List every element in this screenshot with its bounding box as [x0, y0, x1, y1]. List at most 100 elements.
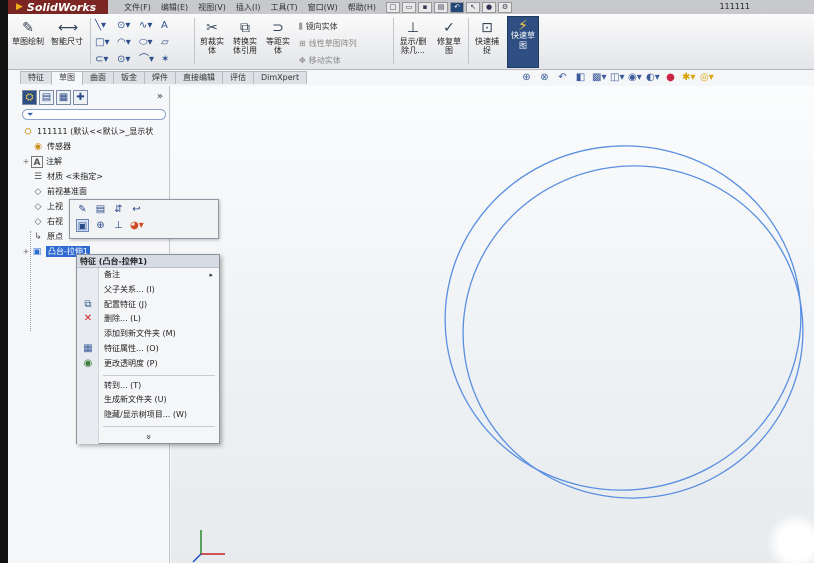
edit-sketch-icon[interactable]: ▤	[94, 203, 107, 216]
display-pane-icon[interactable]: ◎▾	[700, 72, 714, 83]
configuration-manager-tab-icon[interactable]: ▦	[56, 90, 71, 105]
show-relations-button[interactable]: ⊥ 显示/删除几...	[396, 20, 430, 55]
offset-entities-button[interactable]: ⊃ 等距实体	[263, 20, 293, 55]
expand-icon[interactable]: +	[22, 247, 30, 256]
hide-show-icon[interactable]: ◉▾	[628, 72, 642, 83]
rapid-sketch-button[interactable]: ⚡ 快速草图	[507, 16, 539, 68]
view-orientation-icon[interactable]: ▩▾	[592, 72, 606, 83]
menu-item-comment[interactable]: 备注 ▸	[77, 268, 219, 283]
display-style-icon[interactable]: ◫▾	[610, 72, 624, 83]
plane-icon[interactable]: ▱	[161, 36, 183, 50]
tree-item-sensors[interactable]: ◉ 传感器	[22, 139, 168, 154]
menu-edit[interactable]: 编辑(E)	[159, 2, 190, 13]
point-icon[interactable]: ✶	[161, 53, 183, 67]
save-icon[interactable]: ▪	[418, 1, 433, 13]
edit-feature-icon[interactable]: ✎	[76, 203, 89, 216]
view-settings-icon[interactable]: ✱▾	[682, 72, 695, 83]
menu-item-new-folder[interactable]: 生成新文件夹 (U)	[77, 393, 219, 408]
property-manager-tab-icon[interactable]: ▤	[39, 90, 54, 105]
new-document-icon[interactable]: □	[386, 1, 401, 13]
menu-item-feature-properties[interactable]: ▦ 特征属性... (O)	[77, 342, 219, 357]
tree-root-part[interactable]: ⛭ 111111 (默认<<默认>_显示状	[22, 124, 168, 139]
tree-item-annotations[interactable]: + A 注解	[22, 154, 168, 169]
tree-filter-input[interactable]: ⏷	[22, 109, 166, 120]
menu-item-parent-child[interactable]: 父子关系... (I)	[77, 283, 219, 298]
collapse-panel-icon[interactable]: »	[157, 91, 163, 102]
tab-evaluate[interactable]: 评估	[222, 71, 254, 84]
color-wheel-icon[interactable]: ◕▾	[130, 219, 144, 232]
arc-icon[interactable]: ◠▾	[117, 36, 139, 50]
zoom-area-icon[interactable]: ⊗	[538, 72, 551, 83]
tab-surfaces[interactable]: 曲面	[82, 71, 114, 84]
tab-sketch[interactable]: 草图	[51, 71, 83, 85]
spline-icon[interactable]: ∿▾	[139, 19, 161, 33]
menu-item-add-to-folder[interactable]: 添加到新文件夹 (M)	[77, 327, 219, 342]
tree-item-material[interactable]: ☰ 材质 <未指定>	[22, 169, 168, 184]
pattern-group: ⫼ 镜向实体 ⊞ 线性草图阵列 ✥ 移动实体	[299, 20, 357, 67]
repair-sketch-button[interactable]: ✓ 修复草图	[434, 20, 464, 55]
menu-help[interactable]: 帮助(H)	[346, 2, 378, 13]
circle-icon[interactable]: ⊙▾	[117, 19, 139, 33]
mirror-entities-button[interactable]: ⫼ 镜向实体	[299, 20, 357, 33]
menu-view[interactable]: 视图(V)	[196, 2, 228, 13]
undo-icon[interactable]: ↶	[450, 1, 465, 13]
menu-insert[interactable]: 插入(I)	[234, 2, 263, 13]
select-arrow-icon[interactable]: ↖	[466, 1, 481, 13]
tab-features[interactable]: 特征	[20, 71, 52, 84]
menu-item-configure-feature[interactable]: ⧉ 配置特征 (J)	[77, 298, 219, 313]
linear-pattern-button[interactable]: ⊞ 线性草图阵列	[299, 37, 357, 50]
tab-weldments[interactable]: 焊件	[144, 71, 176, 84]
sketch-button[interactable]: ✎ 草图绘制	[12, 20, 44, 46]
rollback-icon[interactable]: ↩	[130, 203, 143, 216]
menu-window[interactable]: 窗口(W)	[306, 2, 340, 13]
menu-tools[interactable]: 工具(T)	[268, 2, 299, 13]
sketch-entities-group: ╲▾ ⊙▾ ∿▾ A □▾ ◠▾ ⬭▾ ▱ ⊂▾ ⊙▾ ⌒▾ ✶	[95, 19, 183, 67]
tree-item-front-plane[interactable]: ◇ 前视基准面	[22, 184, 168, 199]
quick-snaps-button[interactable]: ⊡ 快速捕捉	[472, 20, 502, 55]
appearance-icon[interactable]: ▣	[76, 219, 89, 232]
edit-appearance-icon[interactable]: ◐▾	[646, 72, 660, 83]
tab-sheet-metal[interactable]: 钣金	[113, 71, 145, 84]
section-view-icon[interactable]: ◧	[574, 72, 587, 83]
menu-file[interactable]: 文件(F)	[122, 2, 153, 13]
submenu-arrow-icon: ▸	[209, 271, 213, 279]
zoom-to-selection-icon[interactable]: ⊕	[94, 219, 107, 232]
zoom-to-fit-icon[interactable]: ⊕	[520, 72, 533, 83]
previous-view-icon[interactable]: ↶	[556, 72, 569, 83]
quick-snaps-label: 快速捕捉	[475, 37, 499, 55]
options-icon[interactable]: ⚙	[498, 1, 513, 13]
rectangle-icon[interactable]: □▾	[95, 36, 117, 50]
menu-item-label: 特征属性... (O)	[104, 343, 159, 353]
configure-icon: ⧉	[84, 298, 92, 310]
smart-dimension-button[interactable]: ⟷ 智能尺寸	[50, 20, 84, 46]
extrude-icon: ▣	[32, 246, 42, 257]
graphics-area[interactable]: ⊕ ⊗ ↶ ◧ ▩▾ ◫▾ ◉▾ ◐▾ ● ✱▾ ◎▾	[171, 72, 814, 563]
menu-item-hide-show-tree[interactable]: 隐藏/显示树项目... (W)	[77, 408, 219, 423]
menu-item-go-to[interactable]: 转到... (T)	[77, 379, 219, 394]
menu-expand-more[interactable]: »	[77, 430, 219, 444]
fillet-icon[interactable]: ⌒▾	[139, 53, 161, 67]
trim-entities-button[interactable]: ✂ 剪裁实体	[197, 20, 227, 55]
tab-dimxpert[interactable]: DimXpert	[253, 71, 308, 84]
normal-to-icon[interactable]: ⊥	[112, 219, 125, 232]
text-icon[interactable]: A	[161, 19, 183, 33]
line-icon[interactable]: ╲▾	[95, 19, 117, 33]
convert-label: 转换实体引用	[233, 37, 257, 55]
rebuild-icon[interactable]: ●	[482, 1, 497, 13]
tab-direct-editing[interactable]: 直接编辑	[175, 71, 223, 84]
menu-item-change-transparency[interactable]: ◉ 更改透明度 (P)	[77, 357, 219, 372]
move-entities-button[interactable]: ✥ 移动实体	[299, 54, 357, 67]
expand-icon[interactable]: +	[22, 157, 30, 166]
dimxpert-manager-tab-icon[interactable]: ✚	[73, 90, 88, 105]
open-folder-icon[interactable]: ▭	[402, 1, 417, 13]
convert-icon: ⧉	[240, 20, 250, 36]
slot-icon[interactable]: ⊂▾	[95, 53, 117, 67]
feature-manager-tab-icon[interactable]: ⛭	[22, 90, 37, 105]
ellipse-icon[interactable]: ⬭▾	[139, 36, 161, 50]
polygon-icon[interactable]: ⊙▾	[117, 53, 139, 67]
convert-entities-button[interactable]: ⧉ 转换实体引用	[230, 20, 260, 55]
apply-scene-icon[interactable]: ●	[664, 72, 677, 83]
suppress-icon[interactable]: ⇵	[112, 203, 125, 216]
menu-item-delete[interactable]: ✕ 删除... (L)	[77, 312, 219, 327]
print-icon[interactable]: ▤	[434, 1, 449, 13]
